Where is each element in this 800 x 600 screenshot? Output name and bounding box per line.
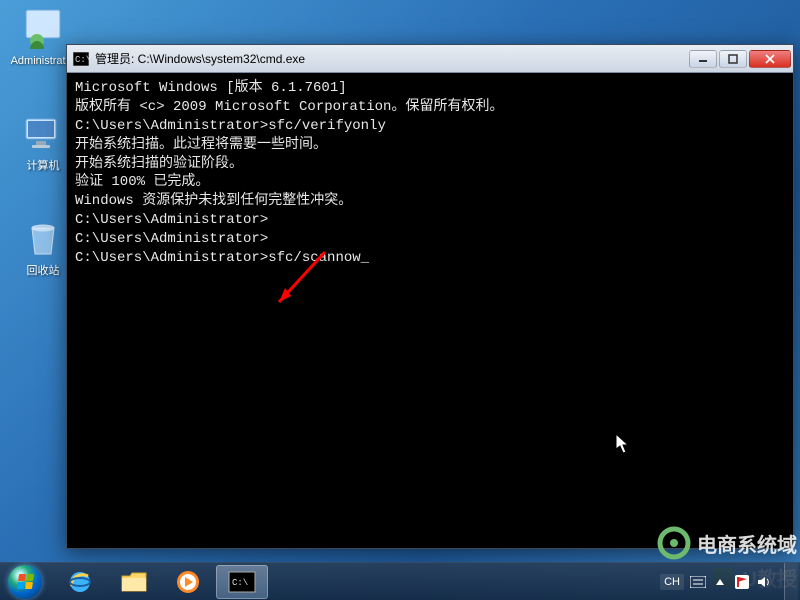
recycle-icon [22, 218, 64, 260]
keyboard-icon[interactable] [690, 574, 706, 590]
windows-orb-icon [8, 565, 42, 599]
watermark-text: 电商系统域 [697, 529, 797, 558]
ie-icon [66, 568, 94, 596]
computer-icon [22, 113, 64, 155]
taskbar-app-mediaplayer[interactable] [162, 565, 214, 599]
terminal-line: 开始系统扫描。此过程将需要一些时间。 [75, 136, 785, 155]
cmd-window[interactable]: C:\ 管理员: C:\Windows\system32\cmd.exe Mic… [66, 44, 794, 549]
show-desktop-button[interactable] [784, 563, 798, 600]
svg-text:C:\: C:\ [232, 578, 248, 588]
taskbar-app-cmd[interactable]: C:\ [216, 565, 268, 599]
taskbar-app-explorer[interactable] [108, 565, 160, 599]
terminal-line: C:\Users\Administrator> [75, 211, 785, 230]
terminal-line: Windows 资源保护未找到任何完整性冲突。 [75, 192, 785, 211]
window-title: 管理员: C:\Windows\system32\cmd.exe [95, 50, 689, 67]
pinned-apps: C:\ [54, 565, 268, 599]
close-button[interactable] [749, 50, 791, 68]
terminal-line: C:\Users\Administrator>sfc/scannow [75, 249, 785, 268]
media-icon [175, 569, 201, 595]
flag-icon[interactable] [734, 574, 750, 590]
terminal-line: Microsoft Windows [版本 6.1.7601] [75, 79, 785, 98]
terminal-line: C:\Users\Administrator>sfc/verifyonly [75, 117, 785, 136]
folder-icon [120, 570, 148, 594]
terminal-output[interactable]: Microsoft Windows [版本 6.1.7601] 版权所有 <c>… [67, 73, 793, 548]
minimize-button[interactable] [689, 50, 717, 68]
volume-icon[interactable] [756, 574, 772, 590]
language-indicator[interactable]: CH [660, 574, 684, 590]
terminal-line: C:\Users\Administrator> [75, 230, 785, 249]
system-tray: CH [658, 563, 800, 600]
taskbar-app-ie[interactable] [54, 565, 106, 599]
titlebar[interactable]: C:\ 管理员: C:\Windows\system32\cmd.exe [67, 45, 793, 73]
terminal-line: 验证 100% 已完成。 [75, 173, 785, 192]
svg-text:C:\: C:\ [75, 55, 89, 65]
cmd-icon: C:\ [73, 51, 89, 67]
start-button[interactable] [0, 563, 50, 600]
user-icon [22, 8, 64, 50]
maximize-button[interactable] [719, 50, 747, 68]
tray-chevron-icon[interactable] [712, 574, 728, 590]
terminal-line: 开始系统扫描的验证阶段。 [75, 155, 785, 174]
watermark-brand1: 电商系统域 [657, 526, 797, 560]
taskbar: C:\ CH [0, 562, 800, 600]
window-controls [689, 50, 791, 68]
terminal-line: 版权所有 <c> 2009 Microsoft Corporation。保留所有… [75, 98, 785, 117]
cmd-icon: C:\ [228, 571, 256, 593]
